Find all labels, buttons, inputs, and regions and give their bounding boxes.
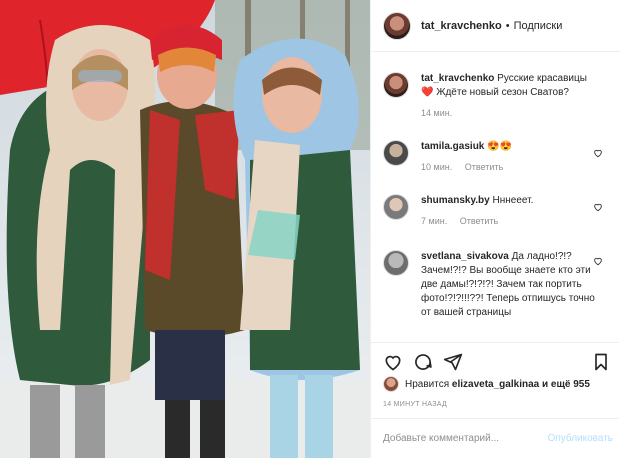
caption-time: 14 мин. xyxy=(421,108,453,118)
bookmark-icon[interactable] xyxy=(591,352,611,372)
comment-time: 10 мин. xyxy=(421,162,453,172)
likes-line: Нравится elizaveta_galkinaa и ещё 955 xyxy=(383,376,590,392)
comment-avatar[interactable] xyxy=(383,194,409,220)
follow-button[interactable]: Подписки xyxy=(514,20,563,32)
comment-text: 😍😍 xyxy=(487,141,513,152)
comment-like-icon[interactable] xyxy=(593,256,603,266)
comment-avatar[interactable] xyxy=(383,250,409,276)
comment-username[interactable]: tamila.gasiuk xyxy=(421,141,484,152)
liker-avatar[interactable] xyxy=(383,376,399,392)
comment-input[interactable]: Добавьте комментарий... xyxy=(383,433,499,444)
author-avatar[interactable] xyxy=(383,11,411,40)
caption-avatar[interactable] xyxy=(383,72,409,98)
add-comment-bar: Добавьте комментарий... Опубликовать xyxy=(371,418,619,459)
caption-username[interactable]: tat_kravchenko xyxy=(421,73,494,84)
post-actions xyxy=(371,342,619,379)
share-icon[interactable] xyxy=(443,352,463,372)
comment-avatar[interactable] xyxy=(383,140,409,166)
reply-button[interactable]: Ответить xyxy=(465,162,503,172)
likes-prefix: Нравится xyxy=(405,378,450,390)
likes-count[interactable]: и ещё 955 xyxy=(542,379,590,390)
header-separator: • xyxy=(505,19,510,32)
reply-button[interactable]: Ответить xyxy=(460,216,498,226)
heart-icon[interactable] xyxy=(383,352,403,372)
comment-username[interactable]: svetlana_sivakova xyxy=(421,251,509,262)
photo-illustration xyxy=(0,0,370,458)
comment-like-icon[interactable] xyxy=(593,202,603,212)
comment-icon[interactable] xyxy=(413,352,433,372)
post-photo[interactable] xyxy=(0,0,370,458)
comment-text: Нннееет. xyxy=(492,195,534,206)
post-timestamp[interactable]: 14 МИНУТ НАЗАД xyxy=(383,401,447,408)
post-side-panel: tat_kravchenko • Подписки tat_kravchenko… xyxy=(370,0,620,458)
post-header: tat_kravchenko • Подписки xyxy=(371,0,620,52)
comment-username[interactable]: shumansky.by xyxy=(421,195,490,206)
liker-username[interactable]: elizaveta_galkinaa xyxy=(452,379,539,390)
publish-button[interactable]: Опубликовать xyxy=(548,433,613,444)
comment-time: 7 мин. xyxy=(421,216,448,226)
comment-like-icon[interactable] xyxy=(593,148,603,158)
author-username[interactable]: tat_kravchenko xyxy=(421,20,502,32)
